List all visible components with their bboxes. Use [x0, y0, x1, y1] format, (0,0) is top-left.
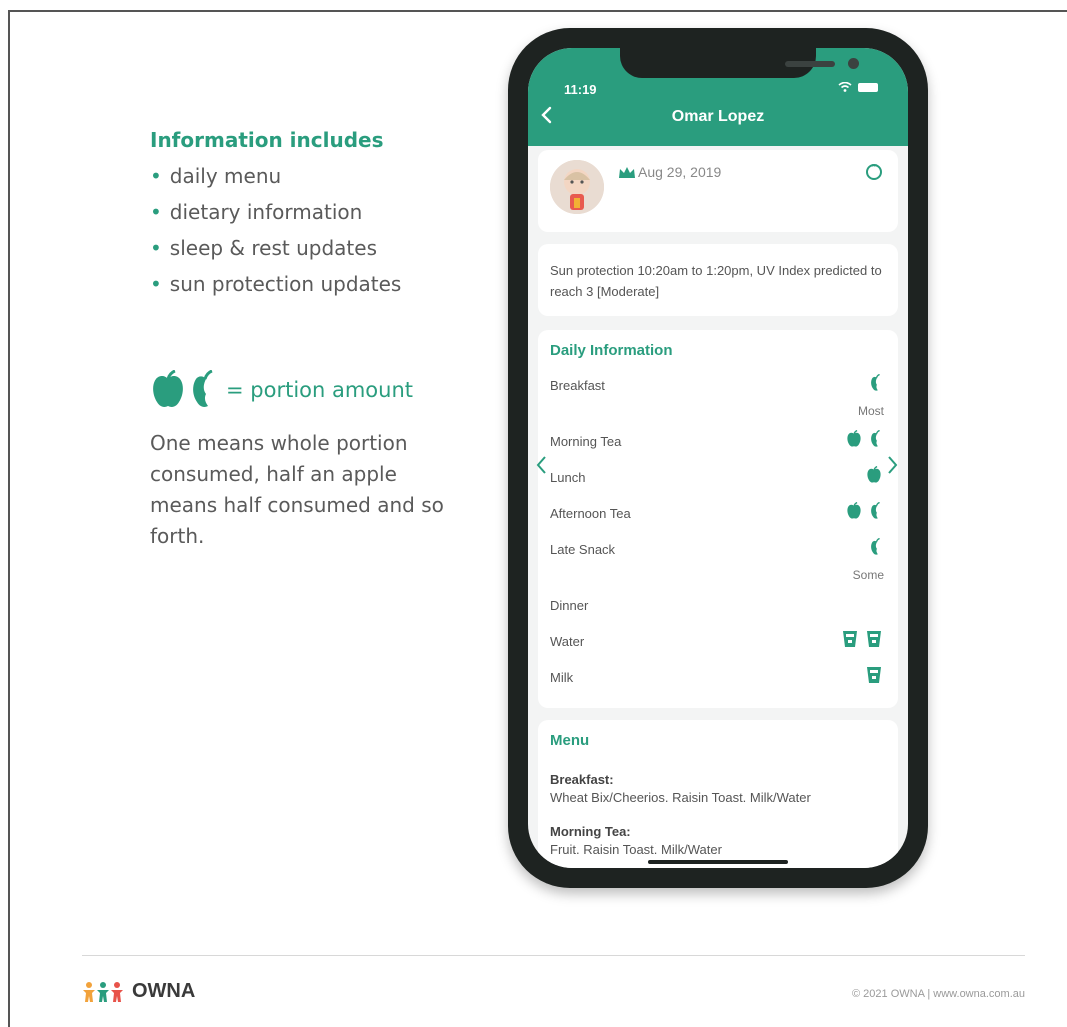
camera-dot — [848, 58, 859, 69]
wifi-icon — [838, 82, 852, 92]
half-apple-icon — [871, 538, 880, 555]
owna-logo: OWNA — [82, 980, 195, 1003]
logo-text: OWNA — [132, 980, 196, 1002]
phone-screen: 11:19 Omar Lopez Aug 29, 2019 ••• Sun pr… — [528, 48, 908, 868]
menu-item-text: Wheat Bix/Cheerios. Raisin Toast. Milk/W… — [550, 790, 811, 805]
chevron-left-icon[interactable] — [534, 454, 548, 476]
speaker-grille — [785, 61, 835, 67]
daily-row-label: Afternoon Tea — [550, 506, 631, 521]
menu-card: Menu Breakfast: Wheat Bix/Cheerios. Rais… — [538, 720, 898, 868]
half-apple-icon — [871, 430, 880, 447]
half-apple-icon — [871, 502, 880, 519]
battery-icon — [858, 82, 878, 92]
post-header-card: Aug 29, 2019 — [538, 150, 898, 232]
menu-item-text: Fruit. Raisin Toast. Milk/Water — [550, 842, 722, 857]
frame-top-border — [8, 10, 1067, 12]
apple-icon — [153, 370, 183, 407]
menu-title: Menu — [550, 732, 590, 749]
bullet-item: sun protection updates — [150, 266, 470, 302]
daily-row-icons — [866, 466, 882, 484]
crown-icon — [619, 167, 635, 178]
daily-information-card: Daily Information Breakfast Most Morning… — [538, 330, 898, 708]
menu-item-heading: Breakfast: — [550, 772, 614, 787]
daily-information-title: Daily Information — [550, 342, 673, 359]
chevron-right-icon[interactable] — [886, 454, 900, 476]
apple-icon — [847, 502, 861, 519]
daily-row-icons — [870, 374, 882, 392]
daily-row-label: Lunch — [550, 470, 586, 485]
sun-protection-text: Sun protection 10:20am to 1:20pm, UV Ind… — [550, 263, 882, 299]
daily-row-icons — [846, 430, 882, 448]
status-time: 11:19 — [564, 82, 597, 97]
half-apple-icon — [871, 374, 880, 391]
half-apple-icon — [193, 370, 213, 407]
cup-icon — [867, 667, 881, 683]
daily-row-label: Breakfast — [550, 378, 605, 393]
footer-divider — [82, 955, 1025, 956]
phone-mockup: 11:19 Omar Lopez Aug 29, 2019 ••• Sun pr… — [508, 28, 928, 888]
cup-icon — [867, 631, 881, 647]
bullet-item: dietary information — [150, 194, 470, 230]
daily-row-icons — [842, 630, 882, 648]
cup-icon — [843, 631, 857, 647]
daily-row-label: Dinner — [550, 598, 589, 613]
info-panel: Information includes daily menu dietary … — [150, 128, 470, 302]
info-bullets: daily menu dietary information sleep & r… — [150, 158, 470, 302]
bullet-item: sleep & rest updates — [150, 230, 470, 266]
apple-icon — [867, 466, 881, 483]
menu-item-heading: Morning Tea: — [550, 824, 631, 839]
daily-row-label: Milk — [550, 670, 574, 685]
sun-protection-card: Sun protection 10:20am to 1:20pm, UV Ind… — [538, 244, 898, 316]
people-logo-icon — [83, 981, 123, 1002]
daily-row-label: Late Snack — [550, 542, 616, 557]
child-name-title: Omar Lopez — [671, 108, 765, 125]
bullet-item: daily menu — [150, 158, 470, 194]
home-indicator[interactable] — [648, 860, 788, 864]
portion-note: Some — [852, 568, 884, 582]
frame-left-border — [8, 10, 10, 1027]
daily-row-icons — [866, 666, 882, 684]
apple-icon — [847, 430, 861, 447]
post-date: Aug 29, 2019 — [638, 164, 722, 180]
portion-label: = portion amount — [226, 378, 414, 402]
daily-row-icons — [870, 538, 882, 556]
daily-row-label: Water — [550, 634, 585, 649]
portion-description: One means whole portion consumed, half a… — [150, 431, 444, 548]
daily-row-icons — [846, 502, 882, 520]
portion-note: Most — [857, 404, 884, 418]
avatar[interactable] — [550, 160, 604, 214]
daily-row-label: Morning Tea — [550, 434, 622, 449]
portion-legend: = portion amount — [150, 370, 413, 410]
phone-notch — [620, 48, 859, 78]
copyright-text: © 2021 OWNA | www.owna.com.au — [852, 988, 1025, 1000]
status-icons — [838, 82, 878, 92]
more-options-icon[interactable] — [866, 161, 882, 180]
info-heading: Information includes — [150, 128, 384, 152]
